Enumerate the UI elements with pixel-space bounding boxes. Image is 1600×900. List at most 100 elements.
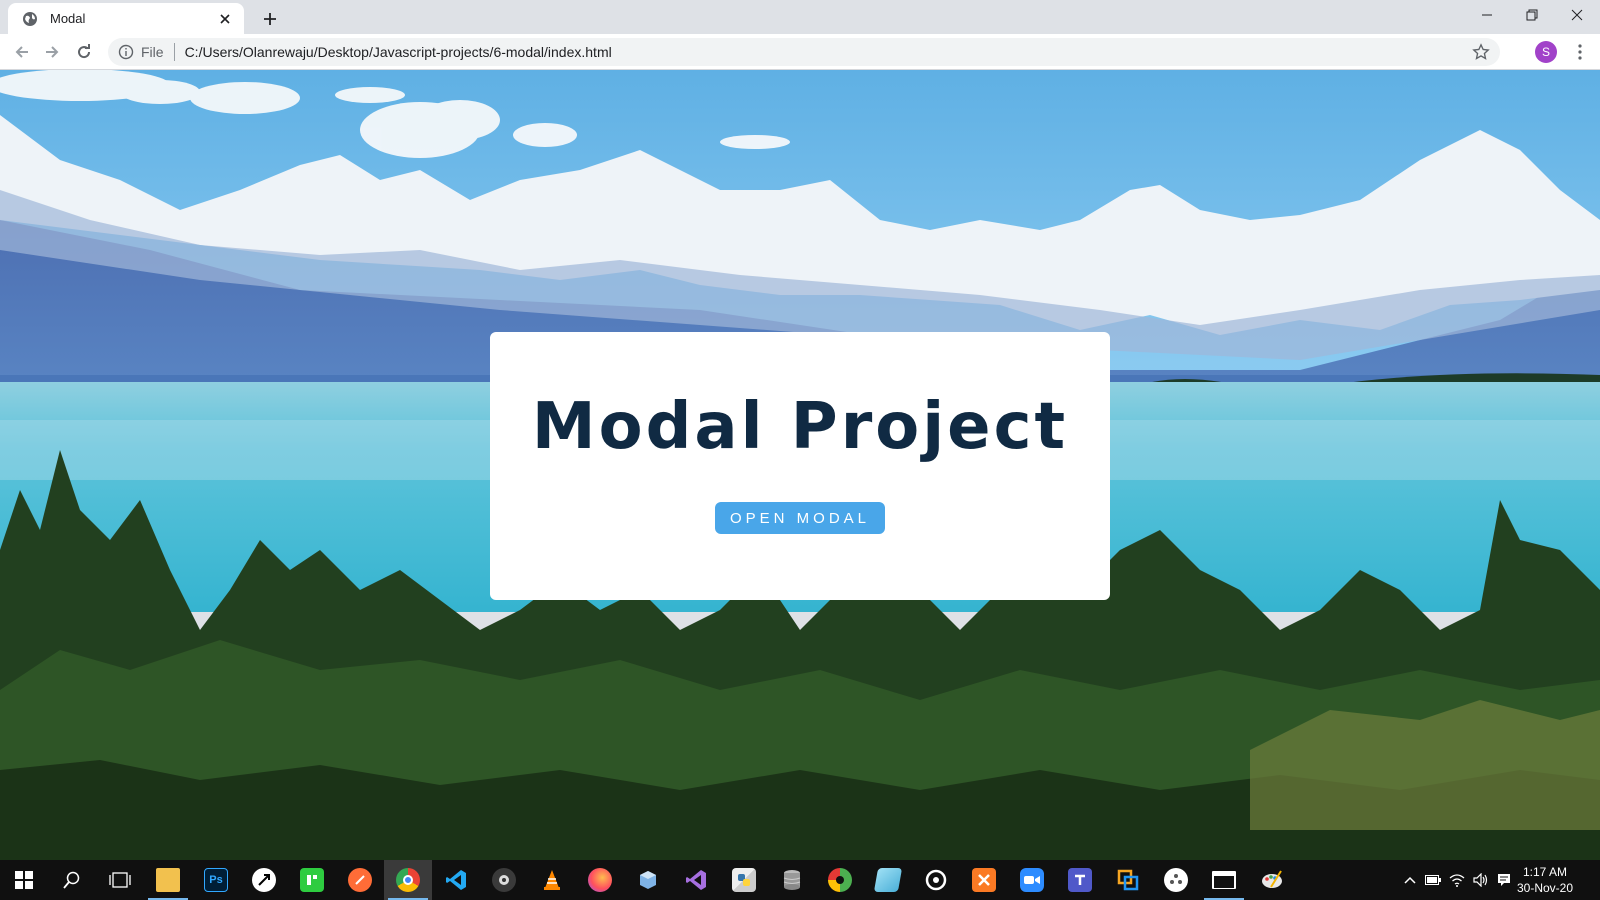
reload-button[interactable] xyxy=(70,38,98,66)
close-tab-icon[interactable] xyxy=(216,10,234,28)
minimize-button[interactable] xyxy=(1464,0,1510,30)
3d-viewer-icon xyxy=(636,868,660,892)
database-icon xyxy=(780,868,804,892)
visual-studio-icon xyxy=(684,868,708,892)
android-studio-app[interactable] xyxy=(816,860,864,900)
new-tab-button[interactable] xyxy=(256,5,284,33)
reload-icon xyxy=(78,44,91,59)
postman-app[interactable] xyxy=(336,860,384,900)
filezilla-icon xyxy=(1116,868,1140,892)
zoom-app[interactable] xyxy=(1008,860,1056,900)
notepad-icon xyxy=(873,868,903,892)
xampp-app[interactable] xyxy=(960,860,1008,900)
globe-icon xyxy=(23,11,37,26)
bookmark-star-icon[interactable] xyxy=(1472,43,1490,61)
file-explorer-app[interactable] xyxy=(144,860,192,900)
vscode-app[interactable] xyxy=(432,860,480,900)
obs-icon xyxy=(492,868,516,892)
action-center-button[interactable] xyxy=(1494,860,1514,900)
show-hidden-icons-button[interactable] xyxy=(1400,860,1420,900)
filezilla-app[interactable] xyxy=(1104,860,1152,900)
video-editor-app[interactable] xyxy=(1152,860,1200,900)
zoom-icon xyxy=(1020,868,1044,892)
browser-menu-button[interactable] xyxy=(1568,40,1592,64)
terminal-app[interactable] xyxy=(1200,860,1248,900)
hero-card: Modal Project OPEN MODAL xyxy=(490,332,1110,600)
minimize-icon xyxy=(1482,14,1492,16)
restore-icon xyxy=(1526,9,1538,21)
wifi-status[interactable] xyxy=(1446,860,1468,900)
3d-viewer-app[interactable] xyxy=(624,860,672,900)
battery-status[interactable] xyxy=(1422,860,1444,900)
visual-studio-app[interactable] xyxy=(672,860,720,900)
android-studio-icon xyxy=(828,868,852,892)
info-icon[interactable] xyxy=(118,44,134,60)
obs-app[interactable] xyxy=(480,860,528,900)
clock-time: 1:17 AM xyxy=(1522,865,1568,879)
browser-tabstrip: Modal xyxy=(0,0,1600,34)
plus-icon xyxy=(264,13,276,25)
close-icon xyxy=(1571,9,1583,21)
tab-modal[interactable]: Modal xyxy=(8,3,244,34)
jetbrains-app[interactable] xyxy=(288,860,336,900)
url-scheme: File xyxy=(141,44,164,60)
page-viewport: Modal Project OPEN MODAL xyxy=(0,70,1600,860)
arrow-left-icon xyxy=(15,46,28,58)
profile-avatar[interactable]: S xyxy=(1535,41,1557,63)
firefox-app[interactable] xyxy=(576,860,624,900)
more-vertical-icon xyxy=(1578,44,1582,60)
address-bar[interactable]: File C:/Users/Olanrewaju/Desktop/Javascr… xyxy=(108,38,1500,66)
firefox-icon xyxy=(588,868,612,892)
arrow-right-icon xyxy=(46,46,59,58)
chevron-up-icon xyxy=(1404,876,1416,884)
speaker-icon xyxy=(1473,873,1488,887)
terminal-icon xyxy=(1212,871,1236,889)
chrome-icon xyxy=(396,868,420,892)
video-editor-icon xyxy=(1164,868,1188,892)
photoshop-app[interactable]: Ps xyxy=(192,860,240,900)
battery-icon xyxy=(1425,875,1441,885)
wifi-icon xyxy=(1449,874,1465,887)
notepad-app[interactable] xyxy=(864,860,912,900)
search-icon xyxy=(63,871,80,889)
close-window-button[interactable] xyxy=(1554,0,1600,30)
notification-icon xyxy=(1498,874,1510,886)
paint-icon xyxy=(1260,868,1284,892)
vlc-app[interactable] xyxy=(528,860,576,900)
open-modal-button[interactable]: OPEN MODAL xyxy=(714,502,886,534)
taskbar-clock[interactable]: 1:17 AM 30-Nov-20 xyxy=(1512,864,1578,896)
python-icon xyxy=(732,868,756,892)
postman-icon xyxy=(348,868,372,892)
windows-start-button[interactable] xyxy=(0,860,48,900)
davinci-app[interactable] xyxy=(912,860,960,900)
inkscape-icon xyxy=(252,868,276,892)
task-view-icon xyxy=(109,872,131,888)
task-view-button[interactable] xyxy=(96,860,144,900)
chrome-app[interactable] xyxy=(384,860,432,900)
xampp-icon xyxy=(972,868,996,892)
vlc-icon xyxy=(540,868,564,892)
davinci-icon xyxy=(924,868,948,892)
forward-button[interactable] xyxy=(38,38,66,66)
windows-start-icon xyxy=(15,871,33,889)
vscode-icon xyxy=(444,868,468,892)
omnibox-divider xyxy=(173,43,175,61)
windows-taskbar: Ps 1:17 AM 30-Nov-20 xyxy=(0,860,1600,900)
file-explorer-icon xyxy=(156,868,180,892)
tab-title: Modal xyxy=(50,11,86,26)
teams-app[interactable] xyxy=(1056,860,1104,900)
teams-icon xyxy=(1068,868,1092,892)
page-title: Modal Project xyxy=(531,390,1069,464)
jetbrains-icon xyxy=(300,868,324,892)
url-text[interactable]: C:/Users/Olanrewaju/Desktop/Javascript-p… xyxy=(185,44,612,60)
inkscape-app[interactable] xyxy=(240,860,288,900)
paint-app[interactable] xyxy=(1248,860,1296,900)
back-button[interactable] xyxy=(8,38,36,66)
database-app[interactable] xyxy=(768,860,816,900)
photoshop-icon: Ps xyxy=(204,868,228,892)
clock-date: 30-Nov-20 xyxy=(1516,881,1574,895)
taskbar-search-button[interactable] xyxy=(48,860,96,900)
volume-control[interactable] xyxy=(1470,860,1492,900)
python-app[interactable] xyxy=(720,860,768,900)
restore-button[interactable] xyxy=(1509,0,1555,30)
